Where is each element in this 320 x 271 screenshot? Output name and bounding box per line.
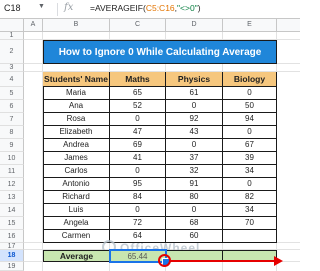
column-header-c[interactable]: C [110,19,166,32]
score-cell[interactable]: 47 [110,126,166,139]
student-name-cell[interactable]: Luis [43,204,110,217]
score-cell[interactable]: 65 [110,87,166,100]
row-header-19[interactable]: 19 [0,262,24,271]
row-header-4[interactable]: 4 [0,72,24,87]
row-header-9[interactable]: 9 [0,139,24,152]
drag-arrow [171,260,277,262]
score-cell[interactable] [223,230,277,243]
row-header-17[interactable]: 17 [0,243,24,250]
header-students-name[interactable]: Students' Name [43,72,110,87]
score-cell[interactable]: 69 [110,139,166,152]
score-cell[interactable]: 37 [166,152,223,165]
chevron-down-icon[interactable]: ▼ [38,3,45,10]
header-physics[interactable]: Physics [166,72,223,87]
student-name-cell[interactable]: Antonio [43,178,110,191]
student-name-cell[interactable]: Andrea [43,139,110,152]
student-name-cell[interactable]: Maria [43,87,110,100]
column-header-e[interactable]: E [223,19,277,32]
student-name-cell[interactable]: Carlos [43,165,110,178]
average-label[interactable]: Average [43,250,110,262]
divider [57,3,58,16]
student-name-cell[interactable]: Ana [43,100,110,113]
row-header-2[interactable]: 2 [0,40,24,64]
fill-handle-highlight-circle [158,254,171,267]
student-name-cell[interactable]: Angela [43,217,110,230]
student-name-cell[interactable]: Carmen [43,230,110,243]
score-cell[interactable]: 95 [110,178,166,191]
student-name-cell[interactable]: James [43,152,110,165]
score-cell[interactable]: 52 [110,100,166,113]
score-cell[interactable]: 0 [223,126,277,139]
score-cell[interactable]: 39 [223,152,277,165]
row-header-11[interactable]: 11 [0,165,24,178]
data-table: Students' Name Maths Physics Biology Maria 65… [43,72,277,243]
score-cell[interactable]: 0 [223,87,277,100]
score-cell[interactable]: 0 [110,204,166,217]
row-header-1[interactable]: 1 [0,32,24,40]
score-cell[interactable]: 50 [223,100,277,113]
score-cell[interactable]: 67 [223,139,277,152]
row-header-13[interactable]: 13 [0,191,24,204]
student-name-cell[interactable]: Richard [43,191,110,204]
column-header-f[interactable] [277,19,300,32]
score-cell[interactable]: 68 [166,217,223,230]
row-header-5[interactable]: 5 [0,87,24,100]
score-cell[interactable]: 0 [166,139,223,152]
select-all-corner[interactable] [0,19,24,32]
row-header-8[interactable]: 8 [0,126,24,139]
row-header-12[interactable]: 12 [0,178,24,191]
score-cell[interactable]: 82 [223,191,277,204]
formula-input[interactable]: =AVERAGEIF(C5:C16,"<>0") [90,3,201,13]
row-header-3[interactable]: 3 [0,64,24,72]
score-cell[interactable]: 84 [110,191,166,204]
arrow-head-icon [274,256,283,266]
score-cell[interactable]: 43 [166,126,223,139]
fx-icon: fx [64,2,74,13]
row-header-14[interactable]: 14 [0,204,24,217]
score-cell[interactable]: 34 [223,165,277,178]
score-cell[interactable]: 80 [166,191,223,204]
student-name-cell[interactable]: Rosa [43,113,110,126]
row-header-7[interactable]: 7 [0,113,24,126]
score-cell[interactable]: 0 [110,113,166,126]
row-header-16[interactable]: 16 [0,230,24,243]
student-name-cell[interactable]: Elizabeth [43,126,110,139]
score-cell[interactable]: 92 [166,113,223,126]
row-header-6[interactable]: 6 [0,100,24,113]
score-cell[interactable]: 41 [110,152,166,165]
header-biology[interactable]: Biology [223,72,277,87]
score-cell[interactable]: 32 [166,165,223,178]
score-cell[interactable]: 34 [223,204,277,217]
column-header-b[interactable]: B [43,19,110,32]
row-header-18[interactable]: 18 [0,250,24,262]
column-header-d[interactable]: D [166,19,223,32]
score-cell[interactable]: 61 [166,87,223,100]
formula-bar: C18 ▼ fx =AVERAGEIF(C5:C16,"<>0") [0,0,300,19]
score-cell[interactable]: 72 [110,217,166,230]
score-cell[interactable]: 0 [223,178,277,191]
row-header-10[interactable]: 10 [0,152,24,165]
row-header-15[interactable]: 15 [0,217,24,230]
score-cell[interactable]: 0 [110,165,166,178]
score-cell[interactable]: 94 [223,113,277,126]
name-box[interactable]: C18 [4,3,21,13]
header-maths[interactable]: Maths [110,72,166,87]
sheet-title[interactable]: How to Ignore 0 While Calculating Averag… [43,40,277,64]
score-cell[interactable]: 0 [166,204,223,217]
score-cell[interactable]: 91 [166,178,223,191]
score-cell[interactable]: 0 [166,100,223,113]
column-header-a[interactable]: A [24,19,43,32]
score-cell[interactable]: 70 [223,217,277,230]
